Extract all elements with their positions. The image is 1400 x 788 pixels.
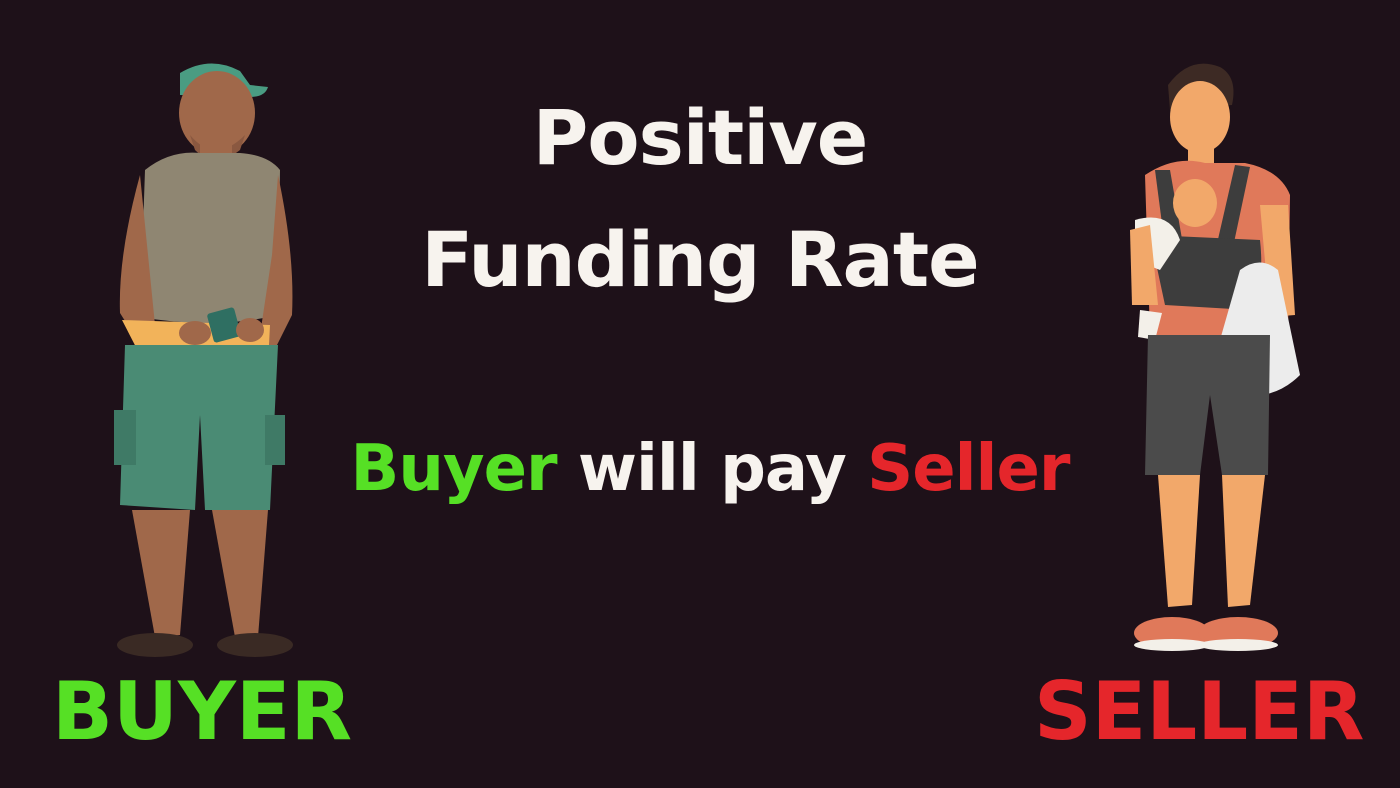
slide: Positive Funding Rate Buyer will pay Sel…: [0, 0, 1400, 788]
buyer-label: BUYER: [52, 665, 353, 758]
tagline-buyer: Buyer: [350, 432, 558, 506]
tagline: Buyer will pay Seller: [0, 437, 1400, 501]
seller-label: SELLER: [1034, 665, 1365, 758]
tagline-middle: will pay: [556, 432, 868, 506]
tagline-seller: Seller: [867, 432, 1070, 506]
title-line-1: Positive: [532, 93, 869, 182]
title-line-2: Funding Rate: [421, 215, 979, 304]
